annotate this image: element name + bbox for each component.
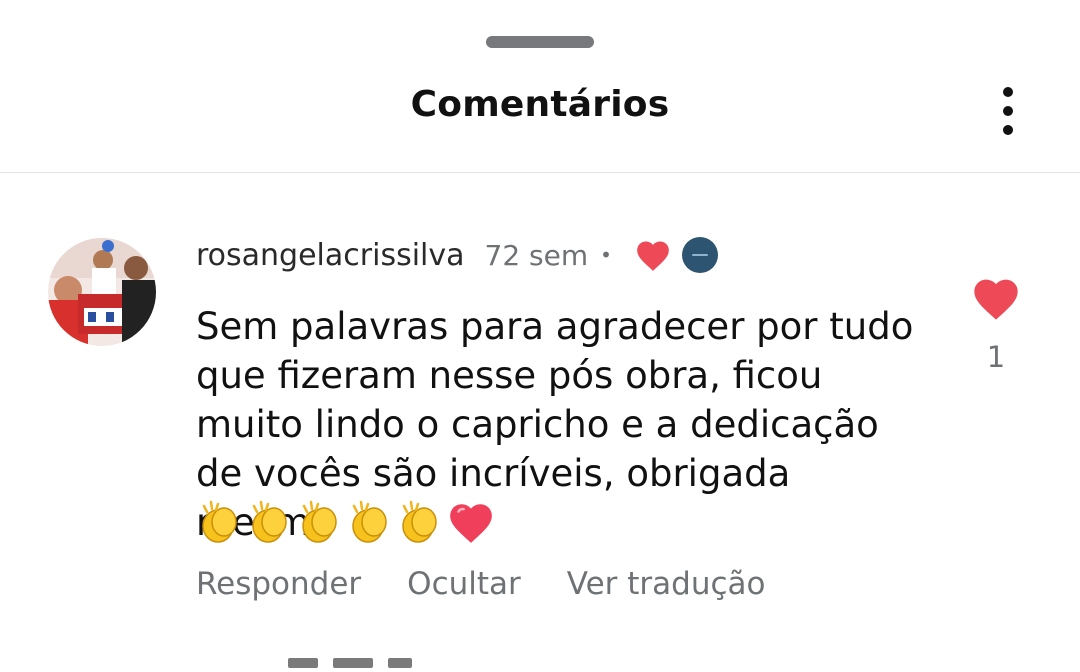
- clapping-hands-icon: [352, 500, 387, 543]
- peek-fragment: [388, 658, 413, 668]
- more-vertical-icon-dot: [1003, 125, 1013, 135]
- more-vertical-icon: [1003, 87, 1013, 97]
- author-liked-heart-icon: [634, 237, 672, 273]
- reply-button[interactable]: Responder: [196, 566, 361, 602]
- like-count[interactable]: 1: [970, 340, 1022, 374]
- translate-button[interactable]: Ver tradução: [567, 566, 766, 602]
- clapping-hands-icon: [302, 500, 337, 543]
- avatar[interactable]: [48, 238, 156, 346]
- red-heart-icon: [450, 504, 492, 543]
- drag-handle[interactable]: [486, 36, 594, 48]
- peek-fragment: [333, 658, 374, 668]
- avatar-photo: [48, 238, 156, 346]
- comment-username[interactable]: rosangelacrissilva: [196, 238, 465, 273]
- clapping-hands-icon: [252, 500, 287, 543]
- comment-meta: rosangelacrissilva 72 sem •: [196, 233, 718, 277]
- comment-emojis: [196, 498, 496, 546]
- peek-fragment: [288, 658, 318, 668]
- page-title: Comentários: [410, 84, 670, 125]
- heart-icon: [974, 279, 1018, 320]
- more-vertical-icon-dot: [1003, 106, 1013, 116]
- hide-button[interactable]: Ocultar: [407, 566, 521, 602]
- comment-time: 72 sem: [484, 238, 589, 272]
- clapping-hands-icon: [402, 500, 437, 543]
- author-mini-avatar: [681, 237, 718, 273]
- header-divider: [0, 172, 1080, 173]
- next-row-peek: [288, 652, 588, 672]
- comments-sheet: Comentários rosangelacrissilva 72 sem •: [0, 0, 1080, 668]
- comment-actions: Responder Ocultar Ver tradução: [196, 566, 811, 602]
- meta-separator: •: [600, 243, 612, 267]
- clapping-hands-icon: [202, 500, 237, 543]
- more-options-button[interactable]: [988, 84, 1028, 138]
- like-button[interactable]: [970, 274, 1022, 322]
